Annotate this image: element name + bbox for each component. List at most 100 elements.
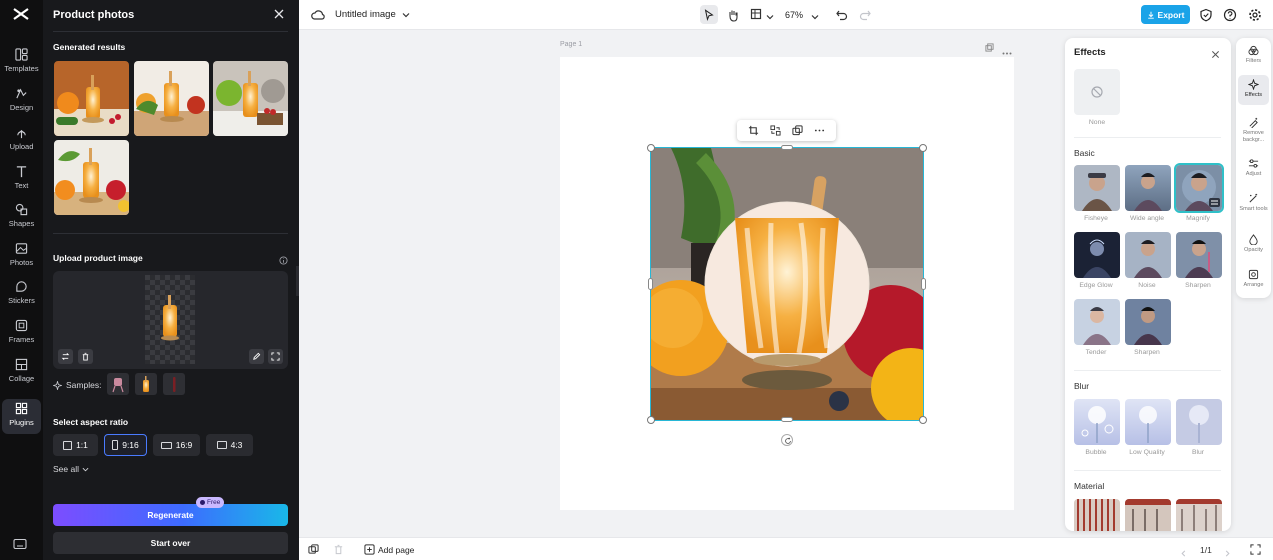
- fullscreen-icon[interactable]: [1250, 544, 1261, 555]
- chevron-down-icon[interactable]: [811, 10, 819, 20]
- chevron-down-icon[interactable]: [766, 10, 774, 20]
- download-icon: [1147, 11, 1154, 19]
- effect-low-quality[interactable]: [1125, 399, 1171, 445]
- tool-filters[interactable]: Filters: [1238, 41, 1269, 71]
- stickers-icon: [16, 281, 27, 292]
- effect-blur[interactable]: [1176, 399, 1222, 445]
- hand-tool-icon[interactable]: [726, 8, 740, 22]
- tool-adjust[interactable]: Adjust: [1238, 154, 1269, 184]
- next-page-icon[interactable]: [1224, 546, 1231, 557]
- effect-edge-glow[interactable]: [1074, 232, 1120, 278]
- tool-arrange[interactable]: Arrange: [1238, 265, 1269, 295]
- effect-wide-angle[interactable]: [1125, 165, 1171, 211]
- sample-drink[interactable]: [135, 373, 157, 395]
- sample-chair[interactable]: [107, 373, 129, 395]
- effect-material[interactable]: [1125, 499, 1171, 531]
- resize-handle[interactable]: [647, 144, 655, 152]
- rail-item-design[interactable]: Design: [2, 84, 41, 120]
- regenerate-button[interactable]: Regenerate: [53, 504, 288, 526]
- effect-noise[interactable]: [1125, 232, 1171, 278]
- edit-image-button[interactable]: [249, 349, 264, 364]
- close-icon[interactable]: [1211, 48, 1220, 59]
- product-photos-panel: Product photos Generated results Upload …: [43, 0, 299, 560]
- rail-item-frames[interactable]: Frames: [2, 316, 41, 352]
- effect-material[interactable]: [1176, 499, 1222, 531]
- copy-icon[interactable]: [792, 125, 803, 136]
- effect-tender[interactable]: [1074, 299, 1120, 345]
- resize-handle[interactable]: [921, 278, 926, 290]
- rail-item-text[interactable]: Text: [2, 162, 41, 198]
- effect-magnify[interactable]: [1174, 163, 1224, 213]
- resize-handle[interactable]: [919, 416, 927, 424]
- tool-smart-tools[interactable]: Smart tools: [1238, 189, 1269, 225]
- replace-icon[interactable]: [770, 125, 781, 136]
- prev-page-icon[interactable]: [1180, 546, 1187, 557]
- layers-icon[interactable]: [308, 544, 319, 555]
- fullscreen-button[interactable]: [268, 349, 283, 364]
- redo-icon[interactable]: [858, 8, 872, 22]
- page-more-icon[interactable]: [1002, 44, 1012, 55]
- tool-effects[interactable]: Effects: [1238, 75, 1269, 105]
- capcut-logo[interactable]: [11, 6, 31, 22]
- effect-material[interactable]: [1074, 499, 1120, 531]
- tool-remove-background[interactable]: Remove backgr...: [1238, 113, 1269, 149]
- resize-handle[interactable]: [648, 278, 653, 290]
- generated-result-thumb[interactable]: [54, 61, 129, 136]
- effect-none[interactable]: [1074, 69, 1120, 115]
- settings-icon[interactable]: [1248, 8, 1262, 22]
- resize-handle[interactable]: [781, 417, 793, 422]
- generated-result-thumb[interactable]: [213, 61, 288, 136]
- add-page-button[interactable]: Add page: [364, 544, 414, 555]
- rail-item-photos[interactable]: Photos: [2, 239, 41, 275]
- start-over-button[interactable]: Start over: [53, 532, 288, 554]
- undo-icon[interactable]: [835, 8, 849, 22]
- ratio-label: 4:3: [230, 440, 243, 450]
- resize-icon[interactable]: [750, 8, 764, 22]
- trash-icon[interactable]: [333, 544, 344, 555]
- rail-item-shapes[interactable]: Shapes: [2, 200, 41, 236]
- ratio-4-3[interactable]: 4:3: [206, 434, 253, 456]
- resize-handle[interactable]: [647, 416, 655, 424]
- resize-handle[interactable]: [919, 144, 927, 152]
- delete-image-button[interactable]: [78, 349, 93, 364]
- keyboard-shortcuts-icon[interactable]: [13, 538, 27, 550]
- see-all-link[interactable]: See all: [53, 464, 89, 474]
- tool-opacity[interactable]: Opacity: [1238, 230, 1269, 260]
- effect-bubble[interactable]: [1074, 399, 1120, 445]
- effect-label: Sharpen: [1185, 282, 1211, 289]
- rail-item-stickers[interactable]: Stickers: [2, 277, 41, 313]
- generated-result-thumb[interactable]: [134, 61, 209, 136]
- panel-title: Product photos: [53, 9, 135, 21]
- rotate-handle[interactable]: [781, 434, 793, 446]
- effects-panel: Effects None Basic Fisheye Wide angle Ma…: [1065, 38, 1231, 531]
- crop-icon[interactable]: [748, 125, 759, 136]
- generated-result-thumb[interactable]: [54, 140, 129, 215]
- select-tool-button[interactable]: [700, 5, 718, 24]
- ratio-1-1[interactable]: 1:1: [53, 434, 98, 456]
- doc-title-dropdown[interactable]: Untitled image: [335, 9, 410, 20]
- effect-sharpen[interactable]: [1176, 232, 1222, 278]
- zoom-level[interactable]: 67%: [785, 10, 803, 20]
- rail-item-plugins[interactable]: Plugins: [2, 399, 41, 434]
- replace-image-button[interactable]: [58, 349, 73, 364]
- rail-item-upload[interactable]: Upload: [2, 123, 41, 159]
- shield-icon[interactable]: [1199, 8, 1213, 22]
- close-icon[interactable]: [273, 8, 285, 20]
- ratio-16-9[interactable]: 16:9: [153, 434, 200, 456]
- effect-fisheye[interactable]: [1074, 165, 1120, 211]
- sample-bottle[interactable]: [163, 373, 185, 395]
- rotate-icon: [784, 437, 791, 444]
- rail-item-templates[interactable]: Templates: [2, 45, 41, 81]
- upload-dropzone[interactable]: [53, 271, 288, 369]
- help-icon[interactable]: [1223, 8, 1237, 22]
- info-icon[interactable]: [279, 254, 288, 265]
- export-button[interactable]: Export: [1141, 5, 1190, 24]
- product-image-preview: [145, 275, 195, 364]
- ratio-9-16[interactable]: 9:16: [104, 434, 147, 456]
- effect-sharpen-2[interactable]: [1125, 299, 1171, 345]
- more-icon[interactable]: [814, 125, 825, 136]
- rail-item-collage[interactable]: Collage: [2, 355, 41, 391]
- cloud-save-icon[interactable]: [311, 8, 325, 22]
- resize-handle[interactable]: [781, 145, 793, 150]
- duplicate-page-icon[interactable]: [985, 41, 994, 52]
